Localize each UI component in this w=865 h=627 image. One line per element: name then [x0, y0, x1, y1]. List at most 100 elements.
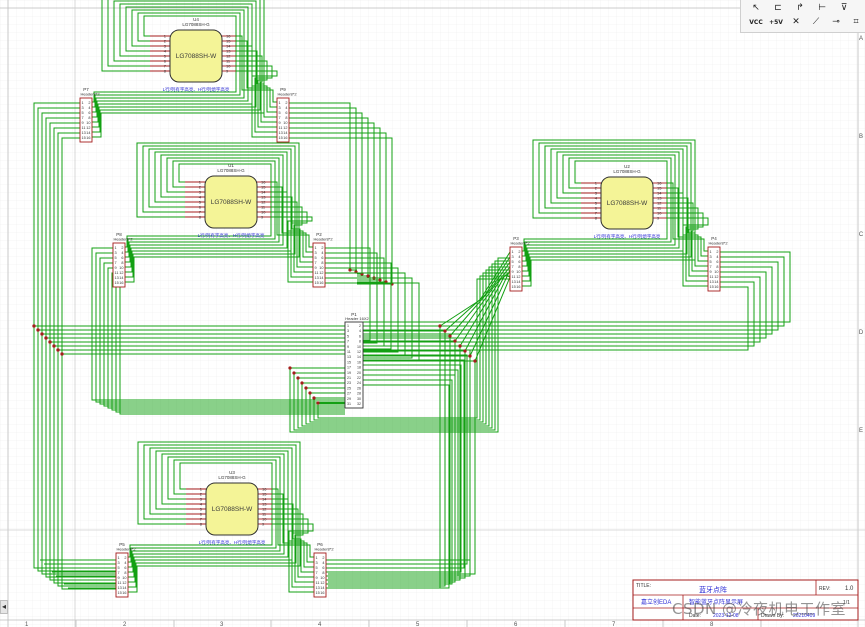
header-pin-number: 9 [82, 121, 84, 125]
header-pin-number: 15 [115, 281, 119, 285]
collapse-panel-tab[interactable]: ◂ [0, 600, 8, 614]
junction-dot [40, 332, 44, 336]
drawing-toolbar: ↖ ⊏ ↱ ⊢ ⊽ VCC +5V ✕ ⟋ ⊸ ⌗ [740, 0, 865, 33]
header-name: Header8*2 [708, 241, 728, 246]
header-pin-number: 12 [122, 581, 126, 585]
header-pin-number: 11 [82, 126, 86, 130]
header-pin-number: 14 [516, 280, 520, 284]
header-pin-number: 10 [714, 270, 718, 274]
header-pin-number: 3 [512, 255, 514, 259]
header-pin-number: 4 [322, 561, 324, 565]
label-icon[interactable]: ⌗ [847, 15, 865, 29]
wire-icon[interactable]: ⟋ [807, 15, 825, 29]
header-pin-number: 14 [320, 586, 324, 590]
matrix-note: L行/列有字高亮、H行/列熄字高亮 [594, 233, 661, 240]
junction-dot [316, 401, 320, 405]
pointer-icon[interactable]: ↖ [747, 1, 765, 15]
header-pin-number: 2 [518, 250, 520, 254]
header-pin-number: 2 [124, 556, 126, 560]
header-pin-number: 16 [320, 591, 324, 595]
header-pin-number: 20 [357, 371, 361, 375]
junction-dot [348, 268, 352, 272]
header-pin-number: 13 [315, 276, 319, 280]
junction-dot [463, 349, 467, 353]
header-pin-number: 6 [124, 566, 126, 570]
matrix-part-name: LG7088SH-W [211, 199, 252, 206]
matrix-part-name: LG7088SH-W [176, 53, 217, 60]
marker-icon[interactable]: ⊽ [835, 1, 853, 15]
header-pin-number: 4 [359, 329, 361, 333]
header-name: Header8*2 [80, 92, 100, 97]
header-pin-number: 14 [357, 355, 361, 359]
header-pin-number: 11 [118, 581, 122, 585]
arrow-icon[interactable]: ↱ [791, 1, 809, 15]
ruler-mark: E [859, 428, 863, 434]
header-pin-number: 15 [118, 591, 122, 595]
header-pin-number: 19 [347, 371, 351, 375]
header-pin-number: 2 [121, 246, 123, 250]
ruler-mark: A [859, 36, 863, 42]
header-pin-number: 5 [82, 111, 84, 115]
header-pin-number: 11 [512, 275, 516, 279]
matrix-note: L行/列有字高亮、H行/列熄字高亮 [198, 232, 265, 239]
header-pin-number: 6 [285, 111, 287, 115]
header-pin-number: 10 [119, 266, 123, 270]
header-pin-number: 6 [322, 566, 324, 570]
junction-dot [48, 340, 52, 344]
header-pin-number: 1 [512, 250, 514, 254]
header-pin-number: 15 [710, 285, 714, 289]
header-pin-number: 16 [119, 281, 123, 285]
header-pin-number: 8 [124, 571, 126, 575]
junction-dot [378, 278, 382, 282]
vcc-icon[interactable]: VCC [747, 15, 765, 29]
junction-dot [292, 371, 296, 375]
bus-entry-icon[interactable]: ⊸ [827, 15, 845, 29]
header-pin-number: 3 [118, 561, 120, 565]
header-pin-number: 8 [88, 116, 90, 120]
junction-dot [438, 324, 442, 328]
matrix-model: LG7088SH-G [613, 169, 641, 174]
header-pin-number: 6 [359, 334, 361, 338]
header-pin-number: 25 [347, 386, 351, 390]
header-pin-number: 3 [710, 255, 712, 259]
junction-dot [458, 344, 462, 348]
junction-dot [443, 329, 447, 333]
header-pin-number: 11 [279, 126, 283, 130]
bus-icon[interactable]: ⊢ [813, 1, 831, 15]
header-pin-number: 13 [512, 280, 516, 284]
header-pin-number: 16 [283, 136, 287, 140]
header-pin-number: 15 [279, 136, 283, 140]
ruler-mark: B [859, 134, 863, 140]
header-pin-number: 9 [279, 121, 281, 125]
header-pin-number: 3 [347, 329, 349, 333]
header-pin-number: 16 [86, 136, 90, 140]
header-pin-number: 12 [357, 350, 361, 354]
header-pin-number: 1 [710, 250, 712, 254]
header-pin-number: 16 [714, 285, 718, 289]
no-connect-icon[interactable]: ✕ [787, 15, 805, 29]
header-pin-number: 7 [710, 265, 712, 269]
header-pin-number: 15 [512, 285, 516, 289]
header-pin-number: 3 [115, 251, 117, 255]
port-icon[interactable]: ⊏ [769, 1, 787, 15]
header-pin-number: 15 [316, 591, 320, 595]
header-pin-number: 13 [115, 276, 119, 280]
header-pin-number: 12 [714, 275, 718, 279]
matrix-model: LG7088SH-G [182, 22, 210, 27]
header-pin-number: 16 [122, 591, 126, 595]
schematic-canvas[interactable]: 1 2 3 4 5 6 7 8ABCDE U4LG7088SH-G12345678161514… [0, 0, 865, 627]
header-pin-number: 10 [283, 121, 287, 125]
header-pin-number: 4 [518, 255, 520, 259]
header-name: Header8*2 [113, 237, 133, 242]
matrix-model: LG7088SH-G [218, 475, 246, 480]
header-pin-number: 13 [710, 280, 714, 284]
plus5v-icon[interactable]: +5V [767, 15, 785, 29]
header-pin-number: 30 [357, 397, 361, 401]
company-logo-text: 嘉立创EDA [641, 598, 671, 606]
header-pin-number: 13 [118, 586, 122, 590]
header-pin-number: 10 [320, 576, 324, 580]
header-pin-number: 12 [320, 581, 324, 585]
header-pin-number: 7 [118, 571, 120, 575]
header-pin-number: 14 [283, 131, 287, 135]
header-pin-number: 12 [516, 275, 520, 279]
